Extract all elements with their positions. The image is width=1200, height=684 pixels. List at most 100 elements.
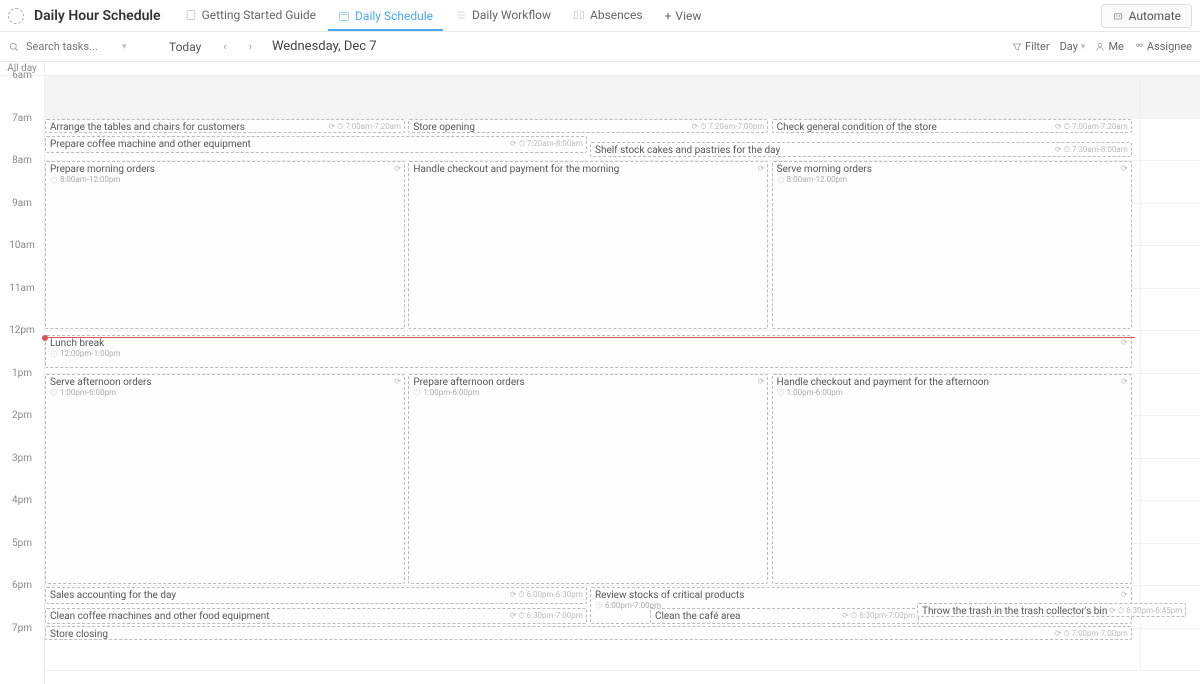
event-corner-time: ⟳ ⏱ 6:00pm-6:30pm	[510, 590, 583, 600]
gutter-row	[1140, 76, 1200, 119]
filter-button[interactable]: Filter	[1012, 40, 1050, 53]
gutter-row	[1140, 459, 1200, 502]
now-indicator	[45, 337, 1135, 338]
calendar-event[interactable]: Throw the trash in the trash collector's…	[917, 603, 1186, 617]
calendar-event[interactable]: Prepare coffee machine and other equipme…	[45, 136, 587, 153]
event-recurring-icon: ⟳	[1121, 377, 1128, 386]
calendar-event[interactable]: Store opening⟳ ⏱ 7:20am-7:00pm	[408, 119, 768, 133]
allday-row[interactable]	[45, 62, 1200, 76]
calendar-event[interactable]: Clean coffee machines and other food equ…	[45, 608, 587, 623]
doc-icon	[185, 9, 197, 21]
calendar-icon	[338, 10, 350, 22]
event-corner-time: ⟳ ⏱ 6:30pm-7:00pm	[842, 611, 915, 621]
time-column: All day 6am7am8am9am10am11am12pm1pm2pm3p…	[0, 62, 45, 684]
event-title: Lunch break	[50, 338, 1127, 349]
tab-daily-schedule[interactable]: Daily Schedule	[328, 3, 443, 31]
automate-label: Automate	[1129, 9, 1181, 23]
next-day-button[interactable]: ›	[243, 38, 258, 55]
gutter-row	[1140, 416, 1200, 459]
event-title: Prepare afternoon orders	[413, 377, 763, 388]
event-time: 1:00pm-6:00pm	[777, 388, 1127, 397]
automate-button[interactable]: Automate	[1101, 4, 1192, 28]
gutter-row	[1140, 331, 1200, 374]
tab-getting-started[interactable]: Getting Started Guide	[175, 2, 326, 30]
filter-icon	[1012, 42, 1022, 52]
hour-label: 7pm	[0, 629, 44, 672]
event-title: Handle checkout and payment for the morn…	[413, 164, 763, 175]
event-time: 8:00am-12:00pm	[777, 175, 1127, 184]
assignee-button[interactable]: Assignee	[1134, 40, 1192, 53]
gutter-row	[1140, 501, 1200, 544]
me-button[interactable]: Me	[1095, 40, 1123, 53]
event-title: Serve morning orders	[777, 164, 1127, 175]
events-layer: Arrange the tables and chairs for custom…	[45, 76, 1135, 684]
calendar-event[interactable]: Shelf stock cakes and pastries for the d…	[590, 142, 1132, 157]
prev-day-button[interactable]: ‹	[217, 38, 232, 55]
board-icon	[573, 9, 585, 21]
add-view-label: View	[675, 9, 701, 23]
event-time: 1:00pm-6:00pm	[50, 388, 400, 397]
calendar: All day 6am7am8am9am10am11am12pm1pm2pm3p…	[0, 62, 1200, 684]
gutter-row	[1140, 544, 1200, 587]
event-recurring-icon: ⟳	[394, 164, 401, 173]
gutter-row	[1140, 629, 1200, 672]
gutter-row	[1140, 204, 1200, 247]
event-title: Clean coffee machines and other food equ…	[50, 611, 582, 622]
event-recurring-icon: ⟳	[1121, 590, 1128, 599]
day-label: Day	[1060, 40, 1078, 53]
filter-label: Filter	[1025, 40, 1050, 53]
event-time: 12:00pm-1:00pm	[50, 349, 1127, 358]
calendar-grid[interactable]: Arrange the tables and chairs for custom…	[45, 62, 1200, 684]
search-input[interactable]	[26, 40, 116, 53]
robot-icon	[1112, 10, 1124, 22]
search-wrap[interactable]: ▾	[8, 40, 153, 53]
chevron-down-icon[interactable]: ▾	[122, 42, 127, 52]
workspace-title: Daily Hour Schedule	[34, 8, 161, 24]
calendar-event[interactable]: Prepare morning orders 8:00am-12:00pm⟳	[45, 161, 405, 329]
workspace-icon[interactable]	[8, 8, 24, 24]
gutter-row	[1140, 289, 1200, 332]
me-label: Me	[1108, 40, 1123, 53]
header-right: Automate	[1101, 4, 1192, 28]
event-corner-time: ⟳ ⏱ 7:30am-8:00am	[1055, 145, 1128, 155]
today-button[interactable]: Today	[163, 38, 207, 56]
event-corner-time: ⟳ ⏱ 6:30pm-7:00pm	[510, 611, 583, 621]
gutter-row	[1140, 161, 1200, 204]
event-recurring-icon: ⟳	[394, 377, 401, 386]
event-title: Handle checkout and payment for the afte…	[777, 377, 1127, 388]
event-title: Serve afternoon orders	[50, 377, 400, 388]
calendar-event[interactable]: Clean the café area⟳ ⏱ 6:30pm-7:00pm	[650, 608, 919, 623]
calendar-event[interactable]: Serve afternoon orders 1:00pm-6:00pm ⟳	[45, 374, 405, 585]
view-tabs: Getting Started Guide Daily Schedule Dai…	[175, 2, 712, 30]
event-corner-time: ⟳ ⏱ 7:20am-8:00am	[510, 139, 583, 149]
people-icon	[1134, 42, 1144, 52]
calendar-event[interactable]: Sales accounting for the day⟳ ⏱ 6:00pm-6…	[45, 587, 587, 605]
calendar-event[interactable]: Store closing⟳ ⏱ 7:00pm-7:00pm	[45, 626, 1132, 640]
person-icon	[1095, 42, 1105, 52]
event-recurring-icon: ⟳	[1121, 338, 1128, 347]
calendar-event[interactable]: Handle checkout and payment for the afte…	[772, 374, 1132, 585]
event-title: Review stocks of critical products	[595, 590, 1127, 601]
calendar-event[interactable]: Lunch break 12:00pm-1:00pm ⟳	[45, 335, 1132, 368]
event-corner-time: ⟳ ⏱ 7:20am-7:00pm	[692, 122, 765, 132]
calendar-event[interactable]: Serve morning orders 8:00am-12:00pm⟳	[772, 161, 1132, 329]
event-corner-time: ⟳ ⏱ 7:00am-7:20am	[1055, 122, 1128, 132]
event-time: 8:00am-12:00pm	[50, 175, 400, 184]
tab-daily-workflow[interactable]: Daily Workflow	[445, 2, 561, 30]
calendar-event[interactable]: Arrange the tables and chairs for custom…	[45, 119, 405, 133]
day-dropdown[interactable]: Day ▾	[1060, 40, 1086, 53]
tab-label: Getting Started Guide	[202, 8, 316, 22]
calendar-event[interactable]: Handle checkout and payment for the morn…	[408, 161, 768, 329]
event-title: Shelf stock cakes and pastries for the d…	[595, 145, 1127, 156]
header-left: Daily Hour Schedule Getting Started Guid…	[8, 2, 711, 30]
calendar-event[interactable]: Check general condition of the store⟳ ⏱ …	[772, 119, 1132, 133]
event-recurring-icon: ⟳	[758, 377, 765, 386]
calendar-event[interactable]: Prepare afternoon orders 1:00pm-6:00pm⟳	[408, 374, 768, 585]
tab-absences[interactable]: Absences	[563, 2, 653, 30]
event-title: Store closing	[50, 629, 1127, 640]
add-view-button[interactable]: + View	[655, 3, 712, 29]
event-corner-time: ⟳ ⏱ 7:00am-7:20am	[328, 122, 401, 132]
current-date: Wednesday, Dec 7	[272, 39, 377, 54]
event-corner-time: ⟳ ⏱ 7:00pm-7:00pm	[1055, 629, 1128, 639]
gutter-row	[1140, 374, 1200, 417]
